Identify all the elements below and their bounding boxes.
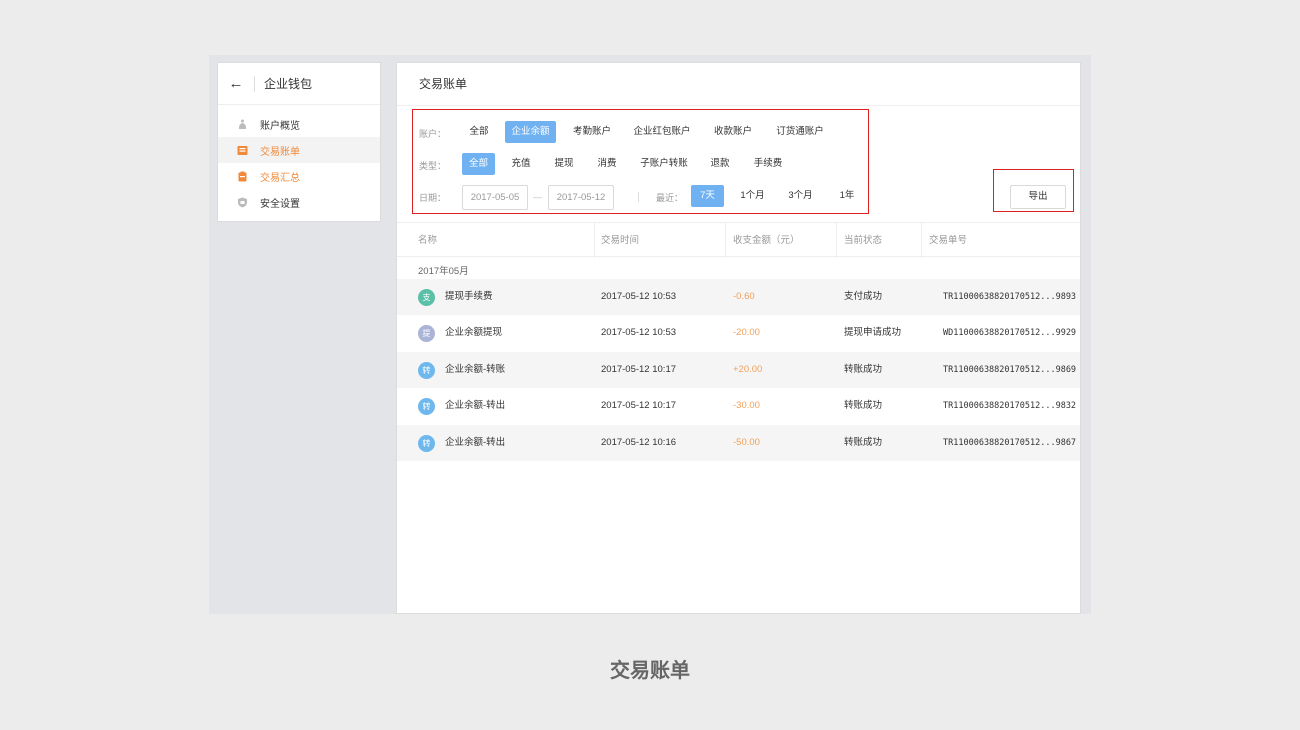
column-divider	[594, 223, 595, 258]
row-time: 2017-05-12 10:53	[601, 327, 677, 338]
type-filter-label: 类型：	[419, 161, 447, 171]
row-status: 转账成功	[844, 400, 883, 411]
type-chip-sub-transfer[interactable]: 子账户转账	[635, 153, 693, 175]
account-chip-enterprise-balance[interactable]: 企业余额	[505, 121, 556, 143]
row-status: 提现申请成功	[844, 327, 902, 338]
clipboard-icon	[237, 171, 248, 182]
payment-badge-icon: 支	[418, 289, 435, 306]
export-button[interactable]: 导出	[1010, 185, 1066, 209]
sidebar-item-label: 账户概览	[260, 120, 300, 132]
table-row[interactable]: 转 企业余额-转出 2017-05-12 10:17 -30.00 转账成功 T…	[397, 388, 1080, 424]
transfer-badge-icon: 转	[418, 362, 435, 379]
table-header: 名称 交易时间 收支金额（元） 当前状态 交易单号	[397, 222, 1080, 258]
account-chip-all[interactable]: 全部	[459, 121, 499, 143]
date-from-input[interactable]: 2017-05-05	[462, 185, 528, 210]
column-divider	[921, 223, 922, 258]
row-transaction-id: TR11000638820170512...9867	[943, 438, 1077, 448]
row-name: 企业余额提现	[445, 327, 503, 338]
row-transaction-id: WD11000638820170512...9929	[943, 328, 1077, 338]
type-chip-all[interactable]: 全部	[462, 153, 495, 175]
row-name: 企业余额-转出	[445, 400, 506, 411]
figure-caption: 交易账单	[610, 658, 690, 682]
column-header-status: 当前状态	[844, 235, 883, 246]
sidebar-item-label: 交易账单	[260, 146, 300, 158]
column-header-amount: 收支金额（元）	[733, 235, 800, 246]
bill-icon	[237, 145, 248, 156]
date-to-input[interactable]: 2017-05-12	[548, 185, 614, 210]
column-divider	[836, 223, 837, 258]
sidebar-header: ← 企业钱包	[218, 63, 380, 105]
row-time: 2017-05-12 10:17	[601, 364, 677, 375]
transfer-badge-icon: 转	[418, 398, 435, 415]
column-divider	[725, 223, 726, 258]
account-chip-red-packet[interactable]: 企业红包账户	[629, 121, 695, 143]
sidebar-item-label: 交易汇总	[260, 172, 300, 184]
type-chip-withdraw[interactable]: 提现	[548, 153, 580, 175]
main-panel: 交易账单 账户： 全部 企业余额 考勤账户 企业红包账户 收款账户 订货通账户 …	[396, 62, 1081, 614]
month-group-label: 2017年05月	[418, 266, 469, 277]
table-row[interactable]: 转 企业余额-转出 2017-05-12 10:16 -50.00 转账成功 T…	[397, 425, 1080, 461]
type-chip-refund[interactable]: 退款	[704, 153, 736, 175]
column-header-id: 交易单号	[929, 235, 968, 246]
money-bag-icon	[237, 119, 248, 130]
table-row[interactable]: 转 企业余额-转账 2017-05-12 10:17 +20.00 转账成功 T…	[397, 352, 1080, 388]
sidebar-item-label: 安全设置	[260, 198, 300, 210]
table-row[interactable]: 提 企业余额提现 2017-05-12 10:53 -20.00 提现申请成功 …	[397, 315, 1080, 351]
row-amount: -20.00	[733, 327, 760, 338]
recent-filter-label: 最近：	[656, 193, 684, 203]
sidebar-item-overview[interactable]: 账户概览	[218, 111, 380, 137]
filter-separator	[638, 192, 639, 202]
shield-icon	[237, 197, 248, 208]
recent-chip-1-year[interactable]: 1年	[833, 185, 861, 207]
sidebar-title: 企业钱包	[264, 77, 313, 91]
recent-chip-7-days[interactable]: 7天	[691, 185, 724, 207]
row-amount: -50.00	[733, 437, 760, 448]
row-time: 2017-05-12 10:53	[601, 291, 677, 302]
type-chip-consume[interactable]: 消费	[591, 153, 623, 175]
recent-chip-3-months[interactable]: 3个月	[783, 185, 818, 207]
column-header-time: 交易时间	[601, 235, 640, 246]
row-name: 企业余额-转出	[445, 437, 506, 448]
type-chip-fee[interactable]: 手续费	[747, 153, 789, 175]
recent-chip-1-month[interactable]: 1个月	[735, 185, 770, 207]
back-arrow-icon[interactable]: ←	[218, 75, 254, 92]
account-filter-label: 账户：	[419, 129, 447, 139]
row-status: 转账成功	[844, 437, 883, 448]
page-title: 交易账单	[397, 63, 1080, 106]
column-header-name: 名称	[418, 235, 438, 246]
date-filter-label: 日期：	[419, 193, 447, 203]
row-amount: +20.00	[733, 364, 763, 375]
account-chip-ordering[interactable]: 订货通账户	[770, 121, 830, 143]
row-transaction-id: TR11000638820170512...9869	[943, 365, 1077, 375]
row-transaction-id: TR11000638820170512...9832	[943, 401, 1077, 411]
sidebar: ← 企业钱包 账户概览 交易账单 交易汇总 安全设置	[217, 62, 381, 222]
row-name: 企业余额-转账	[445, 364, 506, 375]
row-name: 提现手续费	[445, 291, 493, 302]
account-chip-attendance[interactable]: 考勤账户	[566, 121, 618, 143]
row-amount: -0.60	[733, 291, 755, 302]
row-status: 支付成功	[844, 291, 883, 302]
table-row[interactable]: 支 提现手续费 2017-05-12 10:53 -0.60 支付成功 TR11…	[397, 279, 1080, 315]
row-time: 2017-05-12 10:16	[601, 437, 677, 448]
sidebar-item-transactions[interactable]: 交易账单	[218, 137, 380, 163]
row-status: 转账成功	[844, 364, 883, 375]
account-chip-receivable[interactable]: 收款账户	[707, 121, 759, 143]
row-amount: -30.00	[733, 400, 760, 411]
transfer-badge-icon: 转	[418, 435, 435, 452]
date-range-dash: —	[533, 192, 542, 202]
withdraw-badge-icon: 提	[418, 325, 435, 342]
sidebar-item-security[interactable]: 安全设置	[218, 189, 380, 215]
sidebar-item-summary[interactable]: 交易汇总	[218, 163, 380, 189]
type-chip-recharge[interactable]: 充值	[505, 153, 537, 175]
row-time: 2017-05-12 10:17	[601, 400, 677, 411]
row-transaction-id: TR11000638820170512...9893	[943, 292, 1077, 302]
header-divider	[254, 75, 255, 92]
